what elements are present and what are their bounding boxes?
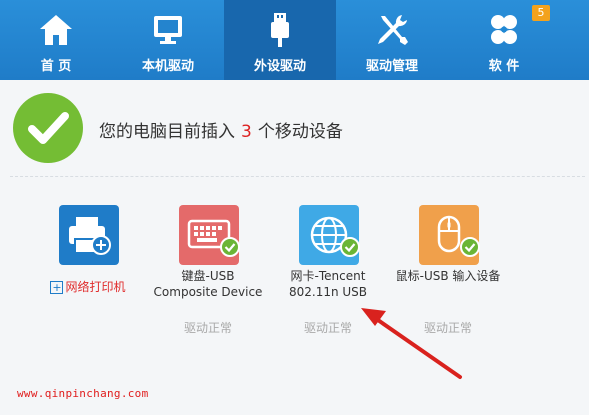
update-count-badge: 5 bbox=[532, 5, 550, 21]
device-name: 键盘-USB Composite Device bbox=[148, 268, 268, 300]
tab-home[interactable]: 首 页 bbox=[0, 0, 112, 80]
device-name-line1: 网卡-Tencent bbox=[290, 269, 366, 283]
driver-ok-icon bbox=[460, 237, 480, 257]
tab-label: 外设驱动 bbox=[253, 59, 306, 74]
tools-icon bbox=[378, 15, 408, 45]
watermark: www.qinpinchang.com bbox=[17, 387, 149, 400]
driver-status: 驱动正常 bbox=[423, 321, 472, 335]
summary-prefix: 您的电脑目前插入 bbox=[99, 122, 235, 142]
globe-icon bbox=[299, 205, 360, 265]
device-name: 网卡-Tencent 802.11n USB bbox=[268, 268, 388, 300]
summary-suffix: 个移动设备 bbox=[257, 122, 343, 142]
driver-ok-icon bbox=[340, 237, 360, 257]
home-icon bbox=[40, 15, 72, 45]
status-ok-icon bbox=[13, 93, 83, 163]
device-name-line2: Composite Device bbox=[153, 285, 263, 299]
driver-status: 驱动正常 bbox=[183, 321, 232, 335]
driver-status: 驱动正常 bbox=[303, 321, 352, 335]
keyboard-icon bbox=[179, 205, 240, 265]
usb-icon bbox=[271, 13, 289, 47]
tab-label: 驱动管理 bbox=[365, 59, 418, 74]
mouse-icon bbox=[419, 205, 480, 265]
link-label: 网络打印机 bbox=[65, 280, 126, 294]
device-name-line2: 802.11n USB bbox=[288, 285, 368, 299]
main-content: 您的电脑目前插入 3 个移动设备 + 网络打印机 键盘-USB Composit… bbox=[0, 80, 589, 415]
device-name-line1: 键盘-USB bbox=[181, 269, 235, 283]
monitor-icon bbox=[154, 16, 182, 44]
tab-software[interactable]: 5 软 件 bbox=[448, 0, 560, 80]
device-summary: 您的电脑目前插入 3 个移动设备 bbox=[99, 117, 343, 142]
driver-ok-icon bbox=[220, 237, 240, 257]
software-icon bbox=[491, 15, 517, 44]
tab-local-drivers[interactable]: 本机驱动 bbox=[112, 0, 224, 80]
device-name: 鼠标-USB 输入设备 bbox=[388, 268, 508, 284]
device-name-line1: 鼠标-USB 输入设备 bbox=[395, 269, 501, 283]
tab-label: 软 件 bbox=[488, 59, 520, 74]
top-nav: 首 页 本机驱动 外设驱动 驱动管理 5 软 件 bbox=[0, 0, 589, 80]
tab-driver-management[interactable]: 驱动管理 bbox=[336, 0, 448, 80]
device-count: 3 bbox=[241, 122, 252, 142]
plus-icon: + bbox=[50, 281, 64, 294]
divider bbox=[10, 176, 585, 177]
tab-peripheral-drivers[interactable]: 外设驱动 bbox=[224, 0, 336, 80]
tab-label: 首 页 bbox=[40, 59, 72, 74]
add-network-printer-link[interactable]: + 网络打印机 bbox=[28, 278, 148, 295]
tab-label: 本机驱动 bbox=[141, 59, 194, 74]
printer-icon bbox=[59, 205, 119, 265]
